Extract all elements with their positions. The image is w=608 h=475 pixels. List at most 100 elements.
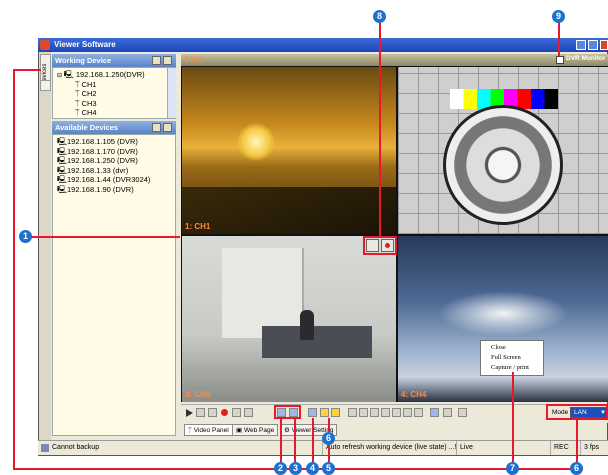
device-list-item[interactable]: 🖳192.168.1.33 (dvr) xyxy=(57,166,175,176)
tile-label: 1: CH1 xyxy=(185,222,211,231)
stop-button[interactable] xyxy=(208,408,217,417)
tree-channel[interactable]: ᛠ CH1 xyxy=(57,80,175,90)
dvr-icon: 🖳 xyxy=(57,156,68,165)
channel-button[interactable] xyxy=(381,408,390,417)
channel-button[interactable] xyxy=(403,408,412,417)
highlight-layout-buttons xyxy=(274,405,301,419)
tree-channel[interactable]: ᛠ CH4 xyxy=(57,108,175,118)
annotation-line xyxy=(512,372,514,468)
channel-button[interactable] xyxy=(348,408,357,417)
minimize-button[interactable] xyxy=(576,40,586,50)
annotation-line xyxy=(558,22,560,56)
office-wall xyxy=(222,248,304,338)
dvr-icon: 🖳 xyxy=(57,137,68,146)
live-label: Live xyxy=(185,54,204,64)
dvr-monitor-icon[interactable] xyxy=(556,56,564,64)
available-devices-header: Available Devices xyxy=(52,121,176,134)
callout-6: 6 xyxy=(322,432,335,445)
device-label: 192.168.1.250 (DVR) xyxy=(67,156,138,165)
search-icon[interactable] xyxy=(163,123,172,132)
camera-icon: ᛠ xyxy=(75,89,80,98)
available-devices-title: Available Devices xyxy=(55,123,119,132)
device-label: 192.168.1.105 (DVR) xyxy=(67,137,138,146)
search-playback-button[interactable] xyxy=(443,408,452,417)
sun-glow xyxy=(237,123,275,161)
video-tile-ch2[interactable] xyxy=(398,67,608,234)
menu-item-close[interactable]: Close xyxy=(481,343,543,353)
layout-9-button[interactable] xyxy=(308,408,317,417)
tree-channel[interactable]: ᛠ CH3 xyxy=(57,99,175,109)
device-list-item[interactable]: 🖳192.168.1.105 (DVR) xyxy=(57,137,175,147)
tree-root[interactable]: ⊟ 🖳 192.168.1.250(DVR) xyxy=(57,70,175,80)
clock-button[interactable] xyxy=(458,408,467,417)
working-device-header: Working Device xyxy=(52,54,176,67)
menu-item-full-screen[interactable]: Full Screen xyxy=(481,353,543,363)
channel-button[interactable] xyxy=(392,408,401,417)
camera-icon: ᛠ xyxy=(75,98,80,108)
dvr-icon: 🖳 xyxy=(57,146,68,156)
layout-custom-button[interactable] xyxy=(331,408,340,417)
filter-icon[interactable] xyxy=(152,123,161,132)
device-label: 192.168.1.44 (DVR3024) xyxy=(67,175,151,184)
office-desk xyxy=(262,326,372,358)
title-bar: Viewer Software xyxy=(38,38,608,52)
close-button[interactable] xyxy=(600,40,608,50)
callout-6-mode: 6 xyxy=(570,462,583,475)
channel-button[interactable] xyxy=(370,408,379,417)
connect-icon[interactable] xyxy=(152,56,161,65)
refresh-icon[interactable] xyxy=(163,56,172,65)
zoom-button[interactable] xyxy=(430,408,439,417)
record-icon[interactable] xyxy=(221,409,228,416)
tab-web-page[interactable]: ▣ Web Page xyxy=(232,424,279,436)
status-state: Live xyxy=(460,444,473,451)
callout-3: 3 xyxy=(289,462,302,475)
video-tile-ch1[interactable]: 1: CH1 xyxy=(182,67,396,234)
device-label: 192.168.1.90 (DVR) xyxy=(67,184,134,194)
play-icon[interactable] xyxy=(186,409,193,417)
device-list-item[interactable]: 🖳192.168.1.250 (DVR) xyxy=(57,156,175,166)
device-list-item[interactable]: 🖳192.168.1.90 (DVR) xyxy=(57,185,175,195)
forward-button[interactable] xyxy=(244,408,253,417)
video-tile-ch3[interactable]: 3: CH3 xyxy=(182,236,396,402)
camera-icon: ᛠ xyxy=(75,79,80,89)
rewind-button[interactable] xyxy=(232,408,241,417)
device-list-item[interactable]: 🖳192.168.1.44 (DVR3024) xyxy=(57,175,175,185)
working-device-title: Working Device xyxy=(55,56,112,65)
device-label: 192.168.1.170 (DVR) xyxy=(67,146,138,156)
working-device-tree: ⊟ 🖳 192.168.1.250(DVR) ᛠ CH1 ᛠ CH2 ᛠ CH3… xyxy=(52,67,176,119)
status-message: Auto refresh working device (live state)… xyxy=(326,444,457,451)
callout-8: 8 xyxy=(373,10,386,23)
maximize-button[interactable] xyxy=(588,40,598,50)
status-left: Cannot backup xyxy=(52,444,100,451)
annotation-line xyxy=(576,418,578,468)
tab-label: Video Panel xyxy=(193,427,229,434)
status-rec-cell: REC xyxy=(550,441,578,455)
tree-channel[interactable]: ᛠ CH2 xyxy=(57,89,175,99)
channel-button[interactable] xyxy=(359,408,368,417)
annotation-line xyxy=(294,418,296,468)
tab-video-panel[interactable]: ᛠ Video Panel xyxy=(184,424,233,436)
pause-button[interactable] xyxy=(196,408,205,417)
callout-7: 7 xyxy=(506,462,519,475)
tab-label: Web Page xyxy=(243,427,275,434)
callout-5: 5 xyxy=(322,462,335,475)
camera-icon: ᛠ xyxy=(75,108,80,117)
status-rec: REC xyxy=(554,444,569,451)
pattern-circle xyxy=(443,105,563,225)
side-tab-settings-icon[interactable] xyxy=(40,80,51,91)
layout-16-button[interactable] xyxy=(320,408,329,417)
coast-silhouette xyxy=(182,187,396,234)
backup-icon xyxy=(41,444,49,452)
device-list-item[interactable]: 🖳192.168.1.170 (DVR) xyxy=(57,147,175,157)
available-devices-list: 🖳192.168.1.105 (DVR) 🖳192.168.1.170 (DVR… xyxy=(52,134,176,436)
tree-scrollbar[interactable] xyxy=(167,68,176,118)
status-fps: 3 fps xyxy=(584,444,600,451)
channel-button[interactable] xyxy=(414,408,423,417)
annotation-line xyxy=(13,70,15,470)
context-menu: Close Full Screen Capture / print xyxy=(480,340,544,376)
video-tile-ch4[interactable]: 4: CH4 xyxy=(398,236,608,402)
tile-label: 4: CH4 xyxy=(401,390,427,399)
gear-icon: ⚙ xyxy=(284,427,292,434)
callout-1: 1 xyxy=(19,230,32,243)
channel-label: CH3 xyxy=(81,98,97,108)
